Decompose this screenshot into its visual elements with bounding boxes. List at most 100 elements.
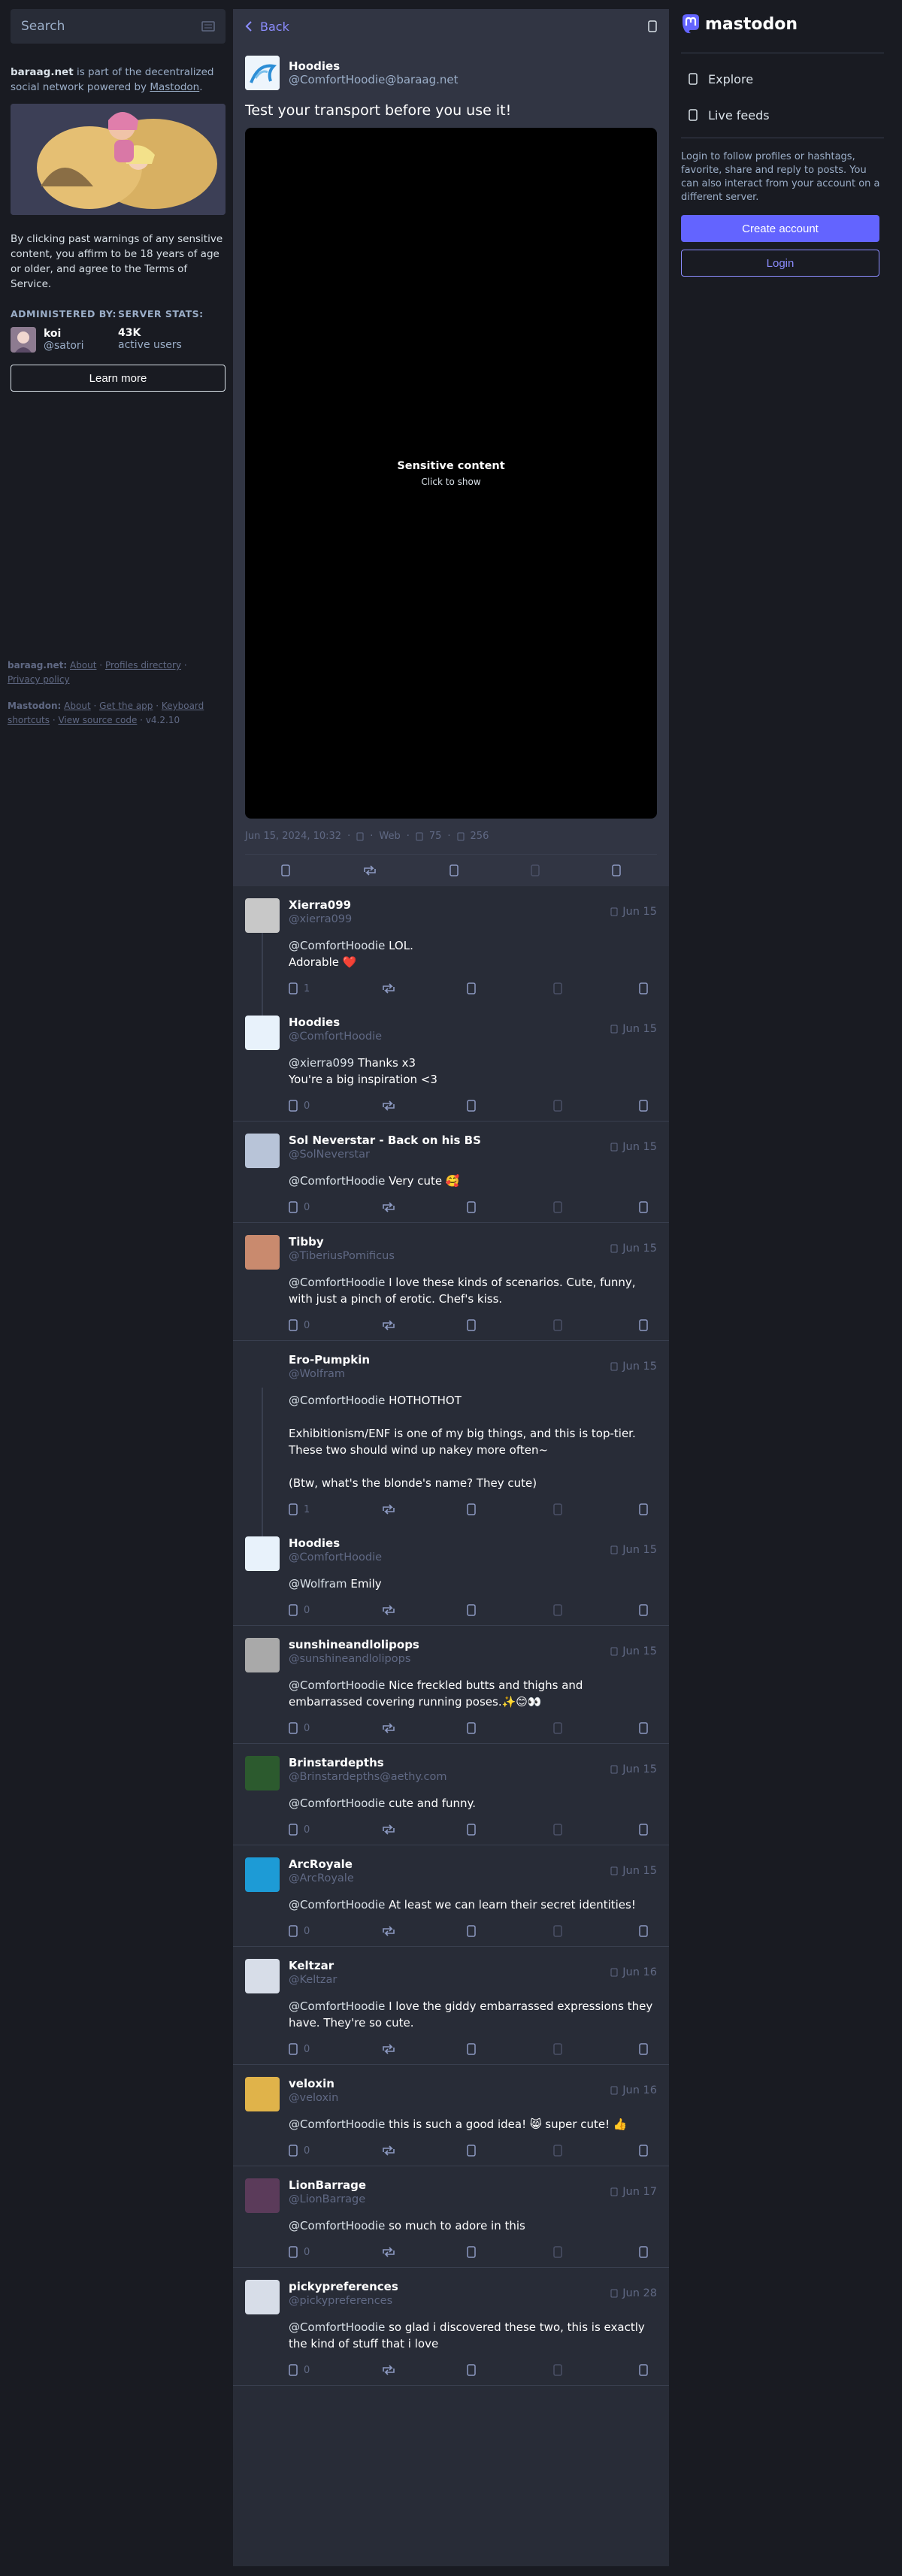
nav-live-feeds[interactable]: Live feeds [681,97,884,133]
mention-link[interactable]: @ComfortHoodie [289,1999,385,2013]
reply-author[interactable]: Ero-Pumpkin @Wolfram [289,1353,370,1380]
favourite-button[interactable] [467,2246,482,2258]
bookmark-button[interactable] [552,1722,568,1734]
avatar[interactable] [245,1134,280,1168]
reply-author[interactable]: sunshineandlolipops @sunshineandlolipops [289,1638,419,1665]
boost-button[interactable] [381,1201,396,1213]
mention-link[interactable]: @ComfortHoodie [289,1678,385,1692]
mention-link[interactable]: @ComfortHoodie [289,2117,385,2131]
boost-button[interactable] [381,2246,396,2258]
reply-button[interactable]: 1 [289,982,310,994]
boost-button[interactable] [381,1722,396,1734]
avatar[interactable] [245,1016,280,1050]
favourite-button[interactable] [467,2364,482,2376]
reply-button[interactable]: 0 [289,1201,310,1213]
mastodon-link[interactable]: Mastodon [150,81,199,93]
boost-button[interactable] [381,1925,396,1937]
mention-link[interactable]: @ComfortHoodie [289,1174,385,1188]
nav-explore[interactable]: Explore [681,61,884,97]
more-button[interactable] [639,1100,654,1112]
reply-status[interactable]: Sol Neverstar - Back on his BS @SolNevers… [233,1122,669,1223]
favourite-button[interactable] [467,982,482,994]
more-button[interactable] [639,1925,654,1937]
reply-status[interactable]: ArcRoyale @ArcRoyale Jun 15 @ComfortHoodie … [233,1845,669,1947]
footer-source-link[interactable]: View source code [58,715,137,725]
reply-timestamp[interactable]: Jun 16 [610,1959,657,1986]
reply-timestamp[interactable]: Jun 15 [610,1134,657,1161]
bookmark-button[interactable] [552,982,568,994]
reply-button[interactable]: 0 [289,1722,310,1734]
reply-author[interactable]: Hoodies @ComfortHoodie [289,1536,382,1563]
bookmark-button[interactable] [552,2364,568,2376]
create-account-button[interactable]: Create account [681,215,879,242]
footer-mastodon-about-link[interactable]: About [64,701,90,711]
favourite-button[interactable] [467,1722,482,1734]
status-author[interactable]: Hoodies @ComfortHoodie@baraag.net [245,56,657,90]
bookmark-button[interactable] [552,2145,568,2157]
boost-icon[interactable] [362,865,377,876]
reply-status[interactable]: Hoodies @ComfortHoodie Jun 15 @xierra099 Th… [233,1003,669,1122]
reply-timestamp[interactable]: Jun 16 [610,2077,657,2104]
boost-count[interactable]: 75 [429,831,442,842]
reply-timestamp[interactable]: Jun 15 [610,1016,657,1043]
more-button[interactable] [639,982,654,994]
favourite-button[interactable] [467,1319,482,1331]
favourite-button[interactable] [467,2145,482,2157]
reply-timestamp[interactable]: Jun 15 [610,1857,657,1884]
reply-author[interactable]: Keltzar @Keltzar [289,1959,337,1986]
reply-author[interactable]: Tibby @TiberiusPomificus [289,1235,395,1262]
bookmark-icon[interactable] [531,864,540,876]
reply-author[interactable]: Xierra099 @xierra099 [289,898,352,925]
more-button[interactable] [639,2043,654,2055]
reply-timestamp[interactable]: Jun 15 [610,1353,657,1380]
favourite-count[interactable]: 256 [471,831,489,842]
learn-more-button[interactable]: Learn more [11,365,226,392]
footer-privacy-link[interactable]: Privacy policy [8,674,70,685]
mention-link[interactable]: @xierra099 [289,1056,354,1070]
reply-author[interactable]: Hoodies @ComfortHoodie [289,1016,382,1043]
mention-link[interactable]: @ComfortHoodie [289,1898,385,1912]
reply-status[interactable]: Xierra099 @xierra099 Jun 15 @ComfortHoodie … [233,886,669,1003]
boost-button[interactable] [381,1604,396,1616]
reply-status[interactable]: veloxin @veloxin Jun 16 @ComfortHoodie this… [233,2065,669,2166]
reply-timestamp[interactable]: Jun 15 [610,1536,657,1563]
reply-icon[interactable] [281,864,290,876]
mention-link[interactable]: @ComfortHoodie [289,1394,385,1407]
favourite-button[interactable] [467,2043,482,2055]
reply-status[interactable]: Keltzar @Keltzar Jun 16 @ComfortHoodie I lo… [233,1947,669,2065]
mention-link[interactable]: @ComfortHoodie [289,1797,385,1810]
avatar[interactable] [245,898,280,933]
avatar[interactable] [245,1756,280,1790]
more-button[interactable] [639,1319,654,1331]
footer-about-link[interactable]: About [70,660,96,670]
avatar[interactable] [245,1857,280,1892]
bookmark-button[interactable] [552,1201,568,1213]
avatar[interactable] [245,1353,280,1388]
reply-status[interactable]: Ero-Pumpkin @Wolfram Jun 15 @ComfortHoodie … [233,1341,669,1524]
more-button[interactable] [639,1824,654,1836]
star-icon[interactable] [449,864,459,876]
boost-button[interactable] [381,1319,396,1331]
reply-author[interactable]: Brinstardepths @Brinstardepths@aethy.com [289,1756,447,1783]
eye-icon[interactable] [648,20,657,32]
reply-author[interactable]: pickypreferences @pickypreferences [289,2280,398,2307]
boost-button[interactable] [381,2145,396,2157]
reply-status[interactable]: LionBarrage @LionBarrage Jun 17 @ComfortHoo… [233,2166,669,2268]
avatar[interactable] [245,2077,280,2111]
reply-author[interactable]: Sol Neverstar - Back on his BS @SolNevers… [289,1134,481,1161]
reply-status[interactable]: Tibby @TiberiusPomificus Jun 15 @ComfortHoo… [233,1223,669,1341]
reply-timestamp[interactable]: Jun 15 [610,1756,657,1783]
reply-status[interactable]: Hoodies @ComfortHoodie Jun 15 @Wolfram Emil… [233,1524,669,1626]
reply-author[interactable]: veloxin @veloxin [289,2077,338,2104]
reply-button[interactable]: 0 [289,2364,310,2376]
avatar[interactable] [245,2280,280,2314]
favourite-button[interactable] [467,1201,482,1213]
boost-button[interactable] [381,2364,396,2376]
favourite-button[interactable] [467,1604,482,1616]
reply-timestamp[interactable]: Jun 15 [610,1235,657,1262]
avatar[interactable] [245,1536,280,1571]
boost-button[interactable] [381,1100,396,1112]
more-button[interactable] [639,2145,654,2157]
bookmark-button[interactable] [552,1824,568,1836]
more-button[interactable] [639,1201,654,1213]
